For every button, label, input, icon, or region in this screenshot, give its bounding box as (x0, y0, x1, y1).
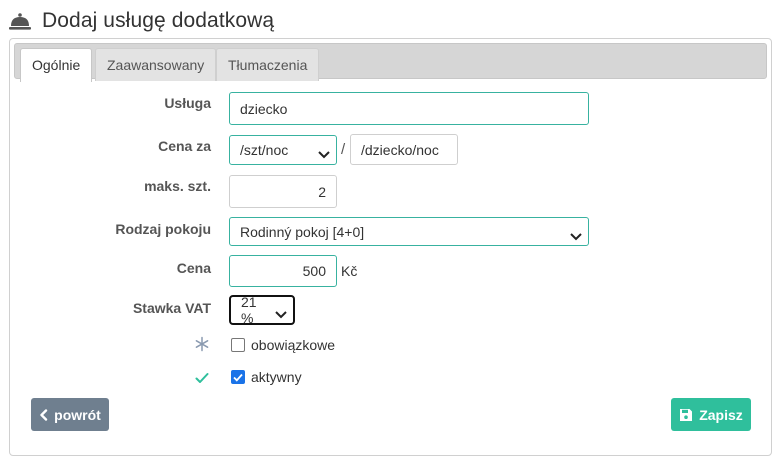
price-per-label: Cena za (158, 138, 211, 154)
mandatory-label: obowiązkowe (251, 337, 336, 353)
checkmark-icon (233, 373, 243, 382)
price-per-selected: /szt/noc (240, 142, 289, 158)
mandatory-checkbox-row[interactable]: obowiązkowe (231, 337, 335, 353)
service-label: Usługa (164, 95, 211, 111)
price-per-unit-input[interactable]: /dziecko/noc (350, 134, 458, 165)
save-button-label: Zapisz (699, 406, 743, 423)
chevron-down-icon (275, 306, 287, 319)
max-qty-input[interactable]: 2 (229, 175, 337, 208)
price-per-separator: / (341, 141, 346, 158)
tab-translations[interactable]: Tłumaczenia (216, 48, 320, 81)
tab-bar: Ogólnie Zaawansowany Tłumaczenia (14, 43, 767, 82)
active-checkbox[interactable] (231, 370, 245, 384)
price-value: 500 (302, 263, 326, 279)
max-qty-label: maks. szt. (144, 178, 211, 194)
tab-advanced[interactable]: Zaawansowany (95, 48, 217, 81)
vat-label: Stawka VAT (132, 300, 211, 316)
room-type-select[interactable]: Rodinný pokoj [4+0] (229, 217, 589, 246)
vat-select[interactable]: 21 % (229, 294, 295, 326)
max-qty-value: 2 (318, 183, 326, 200)
back-button[interactable]: powrót (31, 398, 109, 431)
service-value: dziecko (240, 100, 288, 117)
save-button[interactable]: Zapisz (671, 398, 751, 431)
service-input[interactable]: dziecko (229, 92, 589, 125)
save-icon (680, 408, 693, 421)
price-label: Cena (176, 260, 211, 276)
check-icon (195, 371, 209, 383)
asterisk-icon (194, 336, 210, 352)
room-type-selected: Rodinný pokoj [4+0] (240, 223, 365, 240)
vat-selected: 21 % (241, 294, 257, 326)
currency-label: Kč (341, 263, 358, 279)
room-type-label: Rodzaj pokoju (115, 221, 211, 237)
active-label: aktywny (251, 369, 302, 385)
tab-general[interactable]: Ogólnie (20, 48, 93, 82)
back-button-label: powrót (54, 406, 101, 423)
mandatory-checkbox[interactable] (231, 338, 245, 352)
page-header: Dodaj usługę dodatkową (8, 6, 274, 36)
page-title: Dodaj usługę dodatkową (42, 9, 275, 32)
price-per-select[interactable]: /szt/noc (229, 135, 337, 165)
bell-icon (8, 9, 32, 33)
chevron-down-icon (318, 146, 330, 159)
price-input[interactable]: 500 (229, 255, 337, 287)
active-checkbox-row[interactable]: aktywny (231, 369, 302, 385)
price-per-unit-value: /dziecko/noc (361, 141, 439, 158)
chevron-left-icon (40, 408, 48, 421)
chevron-down-icon (570, 228, 582, 240)
